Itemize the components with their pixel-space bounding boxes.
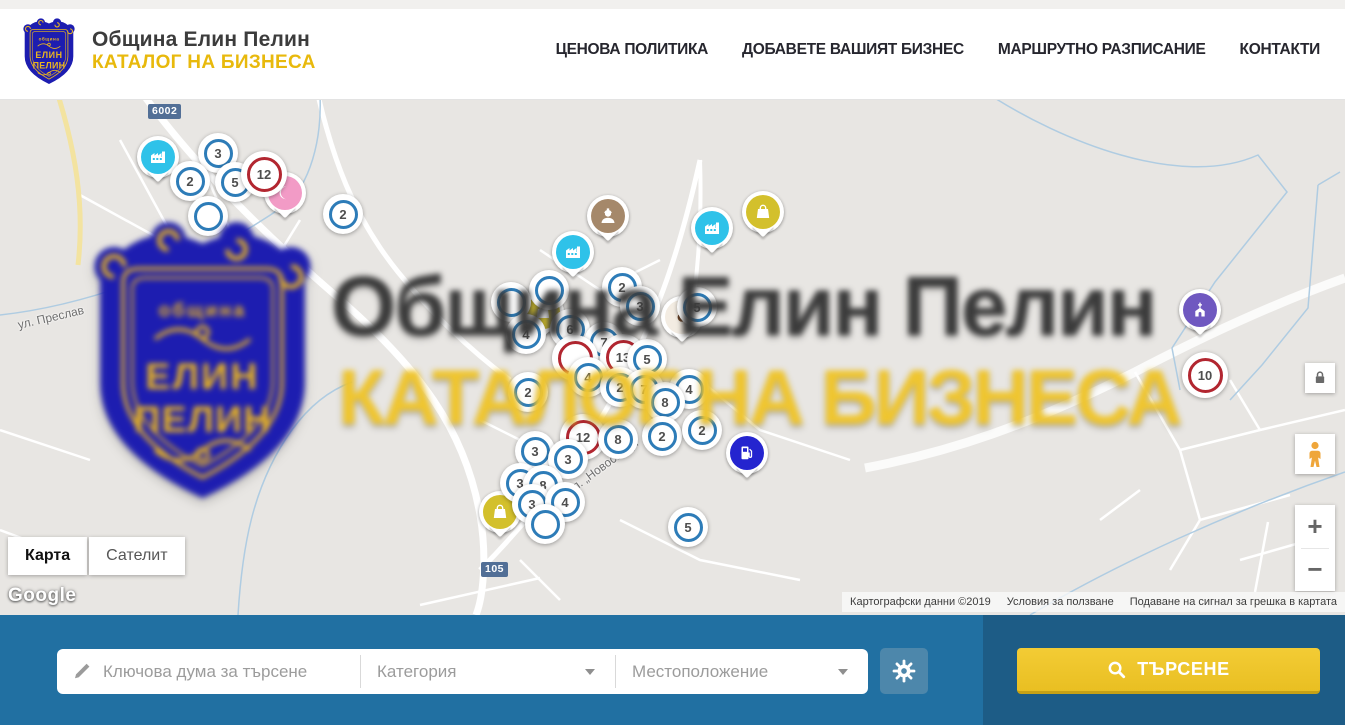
map-controls: + − Карта Сателит Google Картографски да… [0,100,1345,615]
brand[interactable]: Община Елин Пелин КАТАЛОГ НА БИЗНЕСА [22,13,316,89]
search-submit-button[interactable]: ТЪРСЕНЕ [1017,648,1320,694]
map-type-satellite-button[interactable]: Сателит [89,537,184,575]
zoom-in-button[interactable]: + [1295,505,1335,548]
site-subtitle: КАТАЛОГ НА БИЗНЕСА [92,52,316,74]
category-select[interactable]: Категория [377,649,599,694]
search-icon [1107,660,1126,679]
nav-item-route-schedule[interactable]: МАРШРУТНО РАЗПИСАНИЕ [998,41,1206,59]
report-error-link[interactable]: Подаване на сигнал за грешка в картата [1130,596,1337,608]
municipality-logo [22,13,76,89]
chevron-down-icon [585,669,595,675]
site-title: Община Елин Пелин [92,28,316,52]
chevron-down-icon [838,669,848,675]
pegman-button[interactable] [1295,434,1335,474]
google-logo[interactable]: Google [8,585,76,607]
zoom-control: + − [1295,505,1335,591]
field-divider [615,655,616,688]
nav-item-add-business[interactable]: ДОБАВЕТЕ ВАШИЯТ БИЗНЕС [742,41,964,59]
keyword-search-input[interactable] [101,650,351,693]
lock-button[interactable] [1305,363,1335,393]
attribution-copyright: Картографски данни ©2019 [850,596,991,608]
field-divider [360,655,361,688]
main-nav: ЦЕНОВА ПОЛИТИКА ДОБАВЕТЕ ВАШИЯТ БИЗНЕС М… [556,0,1320,100]
site-header: Община Елин Пелин КАТАЛОГ НА БИЗНЕСА ЦЕН… [0,0,1345,100]
lock-icon [1310,368,1330,388]
map-type-map-button[interactable]: Карта [8,537,87,575]
location-select-label: Местоположение [632,662,768,682]
location-select[interactable]: Местоположение [632,649,822,694]
gear-icon [891,658,917,684]
terms-link[interactable]: Условия за ползване [1007,596,1114,608]
category-select-label: Категория [377,662,456,682]
map-attribution: Картографски данни ©2019 Условия за полз… [842,592,1345,612]
pegman-icon [1303,440,1327,468]
search-fields: Категория Местоположение [57,649,868,694]
nav-item-pricing[interactable]: ЦЕНОВА ПОЛИТИКА [556,41,708,59]
search-bar: Категория Местоположение [0,615,1345,725]
pencil-icon [72,661,92,681]
search-submit-label: ТЪРСЕНЕ [1137,659,1229,680]
map-region[interactable]: 32512223564713542274812822333834510 6002… [0,100,1345,615]
advanced-search-button[interactable] [880,648,928,694]
nav-item-contacts[interactable]: КОНТАКТИ [1240,41,1320,59]
map-type-control: Карта Сателит [8,537,185,575]
zoom-out-button[interactable]: − [1295,549,1335,592]
